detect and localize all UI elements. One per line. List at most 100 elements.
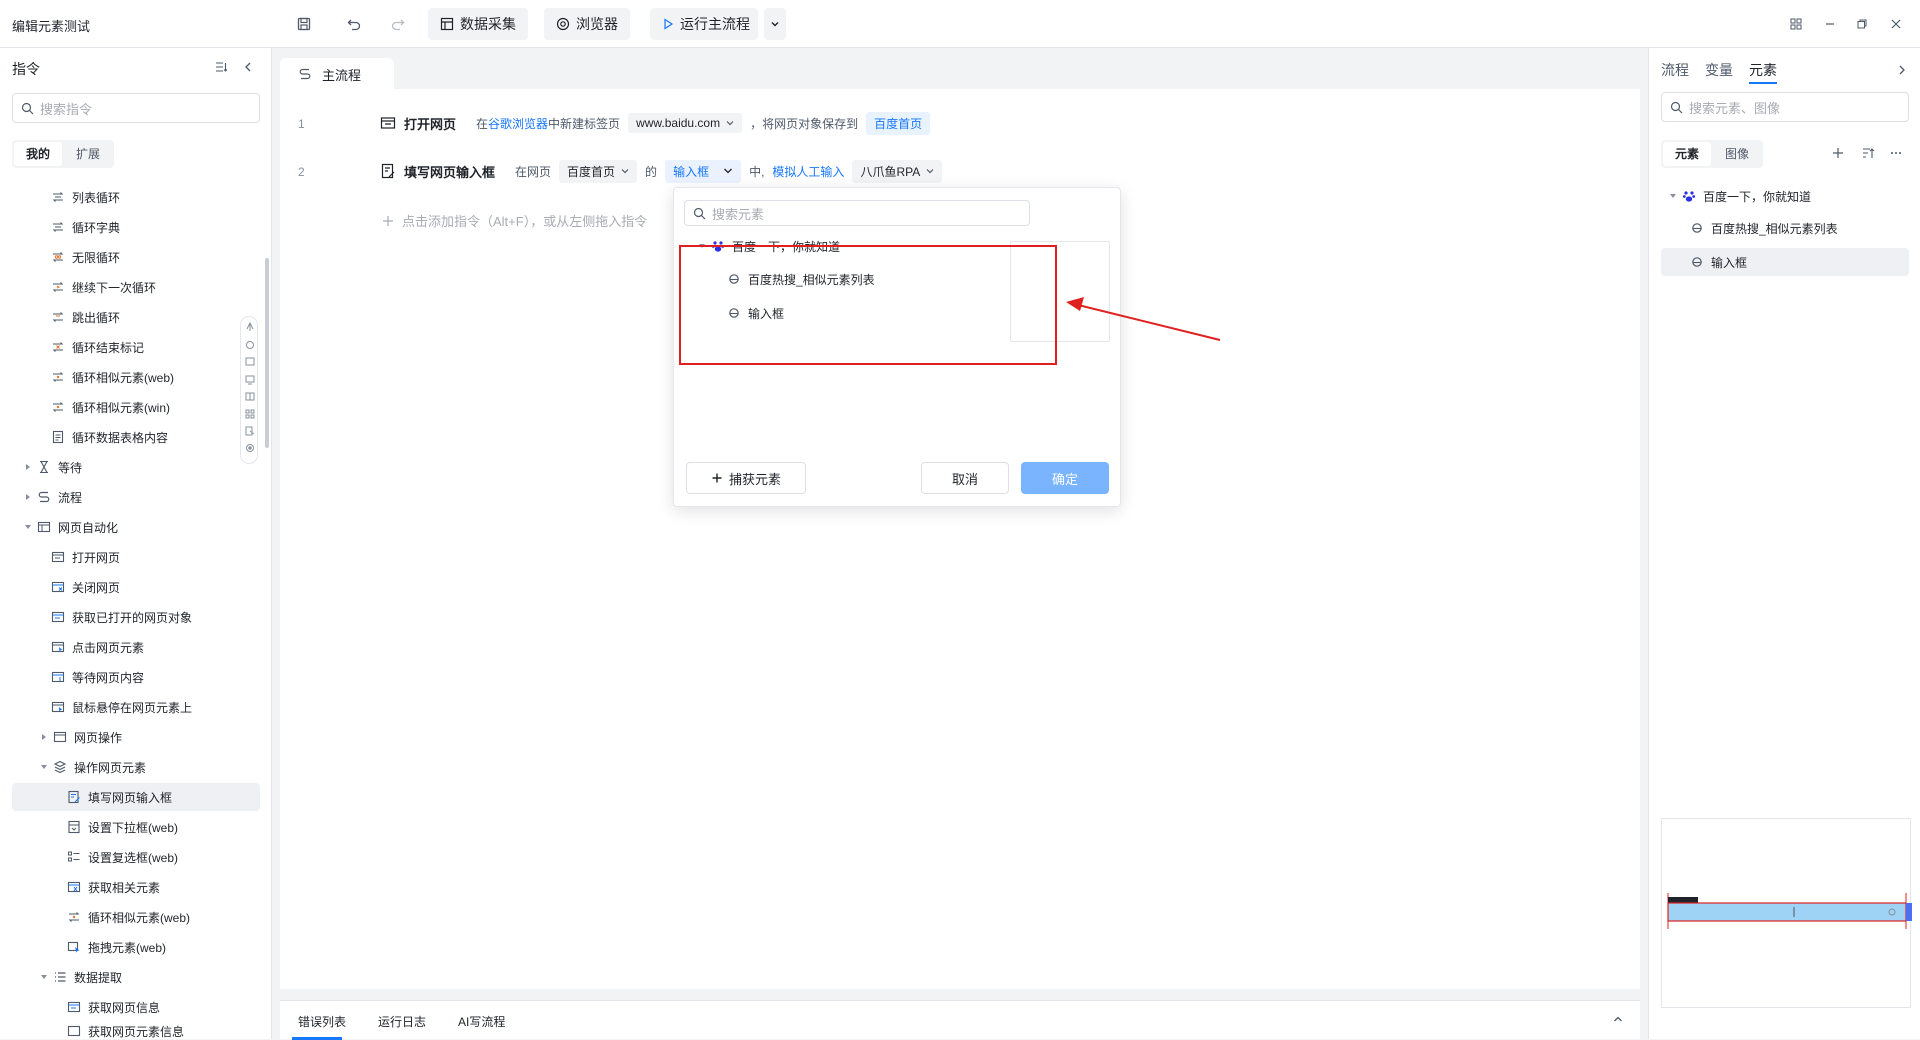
caret-down-icon <box>22 521 34 533</box>
plus-icon[interactable] <box>1831 146 1845 160</box>
group-web-operation[interactable]: 网页操作 <box>38 723 122 751</box>
variable-chip[interactable]: 百度首页 <box>866 111 931 135</box>
tab-variables[interactable]: 变量 <box>1705 60 1733 80</box>
sort-icon[interactable] <box>1861 146 1875 160</box>
plus-icon <box>382 215 394 227</box>
popup-tree-item[interactable]: 百度热搜_相似元素列表 <box>726 265 875 293</box>
cmd-set-select[interactable]: 设置下拉框(web) <box>66 813 178 841</box>
quick-tools-icons[interactable] <box>241 317 259 465</box>
tab-elements[interactable]: 元素 <box>1749 60 1777 80</box>
group-data-extract[interactable]: 数据提取 <box>38 963 122 991</box>
tab-extensions[interactable]: 扩展 <box>64 142 112 166</box>
wait-page-icon <box>50 669 66 685</box>
cmd-fill-input[interactable]: 填写网页输入框 <box>12 783 260 811</box>
popup-tree-item[interactable]: 输入框 <box>726 299 784 327</box>
cmd-break-loop[interactable]: 跳出循环 <box>50 303 120 331</box>
more-icon[interactable] <box>1889 146 1903 160</box>
confirm-button[interactable]: 确定 <box>1021 462 1109 494</box>
layout-button[interactable] <box>1786 14 1806 34</box>
element-label: 百度一下，你就知道 <box>732 239 841 254</box>
save-button[interactable] <box>296 8 312 40</box>
cmd-list-loop[interactable]: 列表循环 <box>50 183 120 211</box>
flow-step-open-page[interactable]: 打开网页 在 谷歌浏览器 中新建标签页 www.baidu.com ，将网页对象… <box>380 109 931 137</box>
search-placeholder: 搜索元素、图像 <box>1689 100 1781 116</box>
cmd-hover-element[interactable]: 鼠标悬停在网页元素上 <box>50 693 192 721</box>
subtab-elements[interactable]: 元素 <box>1663 142 1712 166</box>
data-collect-label: 数据采集 <box>460 16 516 32</box>
run-dropdown-button[interactable] <box>764 8 786 40</box>
cancel-button[interactable]: 取消 <box>921 462 1009 494</box>
tab-ai-write[interactable]: AI写流程 <box>458 1013 505 1030</box>
data-collect-button[interactable]: 数据采集 <box>428 8 528 40</box>
cmd-label: 等待网页内容 <box>72 670 145 685</box>
url-select[interactable]: www.baidu.com <box>628 113 743 133</box>
scrollbar[interactable] <box>265 258 269 448</box>
group-wait[interactable]: 等待 <box>22 453 82 481</box>
input-mode-link[interactable]: 模拟人工输入 <box>772 163 844 180</box>
element-tree-root[interactable]: 百度一下，你就知道 <box>1667 182 1811 210</box>
search-placeholder: 搜索元素 <box>712 206 765 222</box>
cmd-dict-loop[interactable]: 循环字典 <box>50 213 120 241</box>
add-command-hint[interactable]: 点击添加指令（Alt+F），或从左侧拖入指令 <box>382 211 647 230</box>
web-page-icon <box>50 549 66 565</box>
capture-element-button[interactable]: 捕获元素 <box>686 462 806 494</box>
cmd-loop-table[interactable]: 循环数据表格内容 <box>50 423 168 451</box>
restore-button[interactable] <box>1852 14 1872 34</box>
cmd-continue-loop[interactable]: 继续下一次循环 <box>50 273 156 301</box>
chevron-left-icon[interactable] <box>242 60 254 74</box>
subtab-images[interactable]: 图像 <box>1713 142 1761 166</box>
group-operate-element[interactable]: 操作网页元素 <box>38 753 146 781</box>
group-flow[interactable]: 流程 <box>22 483 82 511</box>
element-tree-item[interactable]: 百度热搜_相似元素列表 <box>1689 214 1838 242</box>
cmd-get-page-info[interactable]: 获取网页信息 <box>66 993 160 1021</box>
undo-button[interactable] <box>346 8 362 40</box>
cmd-loop-similar-web-2[interactable]: 循环相似元素(web) <box>66 903 190 931</box>
element-tree-item-selected[interactable]: 输入框 <box>1661 248 1909 276</box>
capture-label: 捕获元素 <box>728 471 781 487</box>
group-web-automation[interactable]: 网页自动化 <box>22 513 118 541</box>
cmd-close-page[interactable]: 关闭网页 <box>50 573 120 601</box>
cmd-get-element-info[interactable]: 获取网页元素信息 <box>66 1023 184 1039</box>
cmd-set-checkbox[interactable]: 设置复选框(web) <box>66 843 178 871</box>
cmd-label: 设置下拉框(web) <box>88 820 179 835</box>
cmd-get-opened-page[interactable]: 获取已打开的网页对象 <box>50 603 192 631</box>
cmd-click-element[interactable]: 点击网页元素 <box>50 633 144 661</box>
text-select[interactable]: 八爪鱼RPA <box>852 159 943 183</box>
command-search-input[interactable]: 搜索指令 <box>12 93 260 123</box>
cmd-loop-similar-win[interactable]: 循环相似元素(win) <box>50 393 170 421</box>
tab-run-log[interactable]: 运行日志 <box>378 1013 426 1030</box>
popup-search-input[interactable]: 搜索元素 <box>684 200 1030 226</box>
cmd-get-related[interactable]: 获取相关元素 <box>66 873 160 901</box>
web-page-icon <box>380 115 396 131</box>
chevron-up-icon[interactable] <box>1612 1013 1624 1025</box>
element-select[interactable]: 输入框 <box>665 159 742 183</box>
cmd-label: 获取网页信息 <box>88 1000 161 1015</box>
cmd-loop-end[interactable]: 循环结束标记 <box>50 333 144 361</box>
page-select[interactable]: 百度首页 <box>559 159 638 183</box>
cmd-open-page[interactable]: 打开网页 <box>50 543 120 571</box>
redo-button[interactable] <box>390 8 406 40</box>
tab-error-list[interactable]: 错误列表 <box>298 1013 346 1030</box>
cmd-drag-element[interactable]: 拖拽元素(web) <box>66 933 166 961</box>
tab-mine[interactable]: 我的 <box>14 142 63 166</box>
caret-right-icon <box>22 461 34 473</box>
cmd-infinite-loop[interactable]: 无限循环 <box>50 243 120 271</box>
cmd-loop-similar-web[interactable]: 循环相似元素(web) <box>50 363 174 391</box>
tab-flow[interactable]: 流程 <box>1661 60 1689 80</box>
tab-main-flow[interactable]: 主流程 <box>280 58 394 90</box>
element-label: 百度一下，你就知道 <box>1703 189 1812 204</box>
chevron-right-icon[interactable] <box>1897 64 1907 76</box>
element-search-input[interactable]: 搜索元素、图像 <box>1661 92 1909 122</box>
close-button[interactable] <box>1886 14 1906 34</box>
run-main-button[interactable]: 运行主流程 <box>650 8 758 40</box>
bottom-panel: 错误列表 运行日志 AI写流程 <box>280 1000 1640 1040</box>
collapse-all-icon[interactable] <box>214 60 228 74</box>
browser-link[interactable]: 谷歌浏览器 <box>488 115 548 132</box>
web-page-close-icon <box>50 579 66 595</box>
related-element-icon <box>66 879 82 895</box>
cmd-wait-content[interactable]: 等待网页内容 <box>50 663 144 691</box>
browser-button[interactable]: 浏览器 <box>544 8 630 40</box>
flow-step-fill-input[interactable]: 填写网页输入框 在网页 百度首页 的 输入框 中, 模拟人工输入 八爪鱼RPA <box>380 157 943 185</box>
minimize-button[interactable] <box>1820 14 1840 34</box>
popup-tree-root[interactable]: 百度一下，你就知道 <box>696 232 840 260</box>
